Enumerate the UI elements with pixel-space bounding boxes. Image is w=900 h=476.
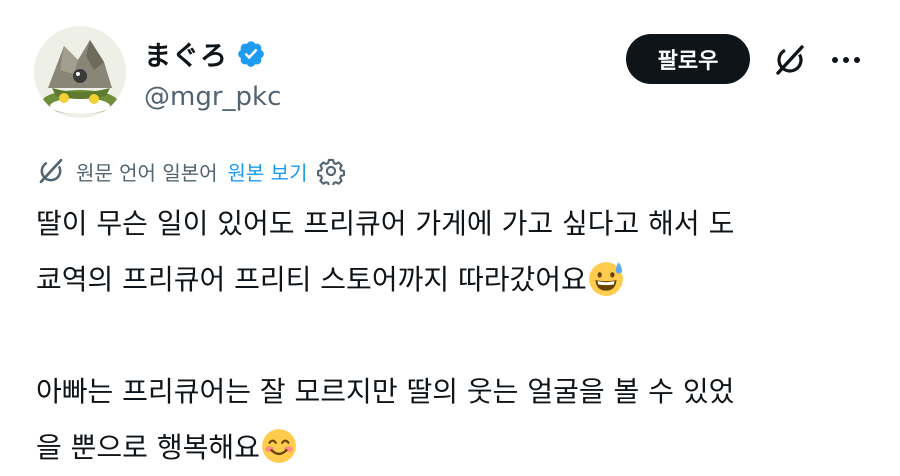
- grinning-face-with-sweat-emoji: [588, 262, 623, 296]
- user-handle[interactable]: @mgr_pkc: [144, 82, 281, 112]
- translation-bar: 원문 언어 일본어 원본 보기: [36, 156, 346, 186]
- smiling-face-with-blush-emoji: [262, 429, 296, 463]
- tweet-line-text: 쿄역의 프리큐어 프리티 스토어까지 따라갔어요: [36, 263, 587, 296]
- tweet-line: 을 뿐으로 행복해요: [36, 420, 876, 476]
- tweet-line: 쿄역의 프리큐어 프리티 스토어까지 따라갔어요: [36, 252, 876, 308]
- grok-translate-icon: [39, 158, 63, 184]
- grok-icon[interactable]: [772, 42, 808, 78]
- user-name-row: まぐろ: [144, 34, 266, 73]
- more-icon[interactable]: [828, 42, 864, 78]
- tweet-line-text: 을 뿐으로 행복해요: [36, 431, 260, 464]
- avatar[interactable]: [34, 26, 126, 118]
- tweet-line: 딸이 무슨 일이 있어도 프리큐어 가게에 가고 싶다고 해서 도: [36, 196, 876, 252]
- gear-icon[interactable]: [317, 157, 346, 185]
- tweet-line-text: 딸이 무슨 일이 있어도 프리큐어 가게에 가고 싶다고 해서 도: [36, 207, 735, 240]
- tweet-line-text: 아빠는 프리큐어는 잘 모르지만 딸의 웃는 얼굴을 볼 수 있었: [36, 375, 735, 408]
- tuna-head-avatar-icon: [34, 26, 126, 118]
- verified-badge-icon[interactable]: [236, 39, 266, 69]
- tweet-line: 아빠는 프리큐어는 잘 모르지만 딸의 웃는 얼굴을 볼 수 있었: [36, 364, 876, 420]
- tweet-text: 딸이 무슨 일이 있어도 프리큐어 가게에 가고 싶다고 해서 도 쿄역의 프리…: [36, 196, 876, 476]
- display-name[interactable]: まぐろ: [144, 34, 228, 73]
- view-original-link[interactable]: 원본 보기: [228, 157, 308, 186]
- original-language-label: 원문 언어 일본어: [76, 160, 218, 185]
- follow-button[interactable]: 팔로우: [626, 34, 750, 84]
